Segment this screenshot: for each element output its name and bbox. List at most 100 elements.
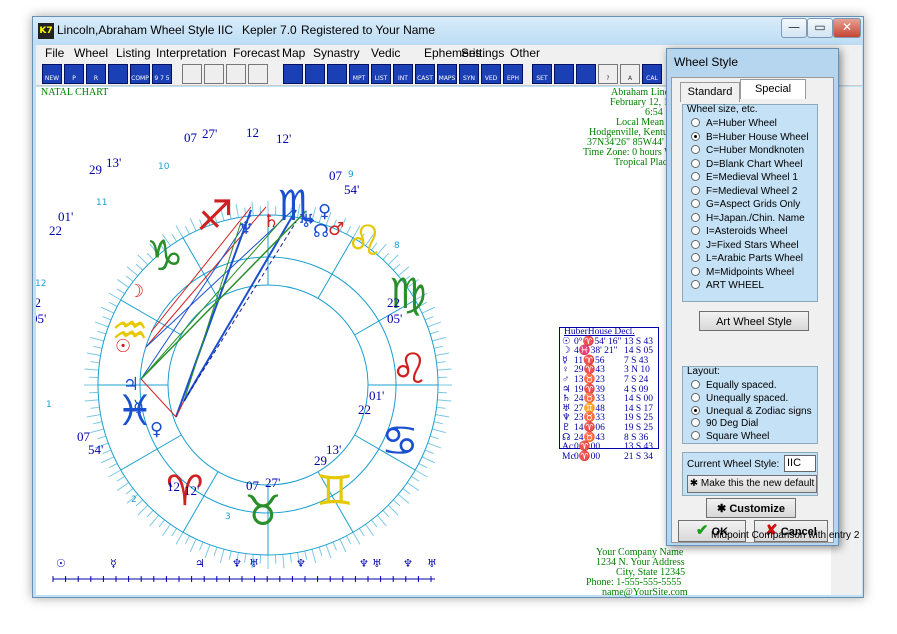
ray-tick	[184, 225, 190, 235]
radio-e-medieval-wheel-1[interactable]: E=Medieval Wheel 1	[691, 171, 798, 184]
radio-label: Unequally spaced.	[706, 392, 789, 404]
tab-standard[interactable]: Standard	[680, 82, 740, 102]
ray-tick	[90, 428, 104, 434]
radio-label: H=Japan./Chin. Name	[706, 212, 805, 224]
radio-art-wheel[interactable]: ART WHEEL	[691, 279, 764, 292]
customize-button[interactable]: ✱ Customize	[706, 498, 796, 518]
radio-d-blank-chart-wheel[interactable]: D=Blank Chart Wheel	[691, 158, 802, 171]
make-default-button[interactable]: ✱ Make this the new default	[687, 475, 817, 493]
ray-tick	[437, 368, 452, 371]
close-button[interactable]: ✕	[833, 18, 861, 38]
radio-icon	[691, 418, 700, 428]
ray-tick	[137, 504, 149, 516]
house-number: 9	[348, 170, 354, 180]
toolbar-button-new[interactable]: NEW	[42, 64, 62, 84]
radio-equally-spaced-[interactable]: Equally spaced.	[691, 379, 777, 392]
toolbar-button-p[interactable]: P	[64, 64, 84, 84]
radio-unequally-spaced-[interactable]: Unequally spaced.	[691, 392, 788, 405]
radio-a-huber-wheel[interactable]: A=Huber Wheel	[691, 117, 777, 130]
degree-label: 22	[36, 295, 41, 310]
toolbar-button-11[interactable]	[305, 64, 325, 84]
toolbar-button-set[interactable]: SET	[532, 64, 552, 84]
degree-label: 54'	[344, 182, 359, 197]
radio-c-huber-mondknoten[interactable]: C=Huber Mondknoten	[691, 144, 804, 157]
menu-forecast[interactable]: Forecast	[233, 46, 280, 60]
menu-wheel[interactable]: Wheel	[74, 46, 108, 60]
tab-special[interactable]: Special	[740, 79, 806, 99]
menu-listing[interactable]: Listing	[116, 46, 151, 60]
radio-label: J=Fixed Stars Wheel	[706, 239, 799, 251]
degree-label: 05'	[387, 311, 402, 326]
toolbar-button-mpt[interactable]: MPT	[349, 64, 369, 84]
radio-label: ART WHEEL	[706, 280, 764, 291]
toolbar-button-r[interactable]: R	[86, 64, 106, 84]
minimize-button[interactable]: —	[781, 18, 807, 38]
menu-other[interactable]: Other	[510, 46, 540, 60]
radio-square-wheel[interactable]: Square Wheel	[691, 430, 769, 443]
ray-tick	[90, 361, 100, 364]
radio-l-arabic-parts-wheel[interactable]: L=Arabic Parts Wheel	[691, 252, 803, 265]
ray-tick	[418, 463, 428, 469]
toolbar-button-22[interactable]	[554, 64, 574, 84]
toolbar-button-3[interactable]	[108, 64, 128, 84]
toolbar-button-23[interactable]	[576, 64, 596, 84]
toolbar-button-8[interactable]	[226, 64, 246, 84]
toolbar-button-10[interactable]	[283, 64, 303, 84]
radio-90-deg-dial[interactable]: 90 Deg Dial	[691, 417, 758, 430]
radio-j-fixed-stars-wheel[interactable]: J=Fixed Stars Wheel	[691, 239, 799, 252]
toolbar-button-cal[interactable]: CAL	[642, 64, 662, 84]
current-style-input[interactable]: IIC	[784, 455, 816, 472]
ray-tick	[84, 368, 99, 371]
toolbar-button-syn[interactable]: SYN	[459, 64, 479, 84]
radio-b-huber-house-wheel[interactable]: B=Huber House Wheel	[691, 131, 809, 144]
ray-tick	[433, 345, 443, 349]
toolbar-button-a[interactable]: A	[620, 64, 640, 84]
toolbar-button-maps[interactable]: MAPS	[437, 64, 457, 84]
toolbar-button-ved[interactable]: VED	[481, 64, 501, 84]
art-wheel-style-button[interactable]: Art Wheel Style	[699, 311, 809, 331]
toolbar-button-list[interactable]: LIST	[371, 64, 391, 84]
menu-map[interactable]: Map	[282, 46, 305, 60]
toolbar-button-6[interactable]	[182, 64, 202, 84]
huber-table: HuberHouse Decl. ☉ 0°♈54' 16" 13 S 43 ☽ 4♓38…	[559, 327, 659, 461]
timeline-label: 25	[364, 585, 378, 587]
radio-icon	[691, 172, 700, 181]
kepler-app-icon: K7	[38, 23, 54, 39]
ray-tick	[436, 361, 446, 364]
toolbar-button-12[interactable]	[327, 64, 347, 84]
maximize-button[interactable]: ▭	[807, 18, 833, 38]
menu-interpretation[interactable]: Interpretation	[156, 46, 227, 60]
radio-f-medieval-wheel-2[interactable]: F=Medieval Wheel 2	[691, 185, 797, 198]
toolbar-button-9[interactable]	[248, 64, 268, 84]
degree-label: 12	[167, 479, 180, 494]
radio-unequal-zodiac-signs[interactable]: Unequal & Zodiac signs	[691, 405, 812, 418]
menu-synastry[interactable]: Synastry	[313, 46, 360, 60]
degree-labels: 0727'1212'2913'0754'01'222205'2205'01'22…	[36, 125, 402, 498]
toolbar-button-7[interactable]	[204, 64, 224, 84]
radio-g-aspect-grids-only[interactable]: G=Aspect Grids Only	[691, 198, 800, 211]
ray-tick	[116, 288, 125, 295]
menu-vedic[interactable]: Vedic	[371, 46, 400, 60]
ray-tick	[332, 541, 337, 551]
timeline-marker-icon: ♅	[249, 557, 259, 570]
radio-label: Unequal & Zodiac signs	[706, 405, 812, 417]
radio-i-asteroids-wheel[interactable]: I=Asteroids Wheel	[691, 225, 787, 238]
radio-icon	[691, 131, 700, 141]
toolbar-button-int[interactable]: INT	[393, 64, 413, 84]
ray-tick	[429, 435, 439, 440]
toolbar-button-cast[interactable]: CAST	[415, 64, 435, 84]
toolbar-button-eph[interactable]: EPH	[503, 64, 523, 84]
toolbar-button-?[interactable]: ?	[598, 64, 618, 84]
radio-h-japan-chin-name[interactable]: H=Japan./Chin. Name	[691, 212, 805, 225]
menu-settings[interactable]: Settings	[461, 46, 504, 60]
radio-label: F=Medieval Wheel 2	[706, 185, 798, 197]
menu-file[interactable]: File	[45, 46, 64, 60]
toolbar-button-975[interactable]: 9 7 5	[152, 64, 172, 84]
ray-tick	[135, 499, 144, 507]
radio-m-midpoints-wheel[interactable]: M=Midpoints Wheel	[691, 266, 794, 279]
ray-tick	[352, 531, 361, 545]
degree-label: 12'	[276, 131, 291, 146]
radio-icon	[691, 185, 700, 195]
toolbar-button-comp[interactable]: COMP	[130, 64, 150, 84]
planet-icon: ☽	[128, 281, 144, 302]
